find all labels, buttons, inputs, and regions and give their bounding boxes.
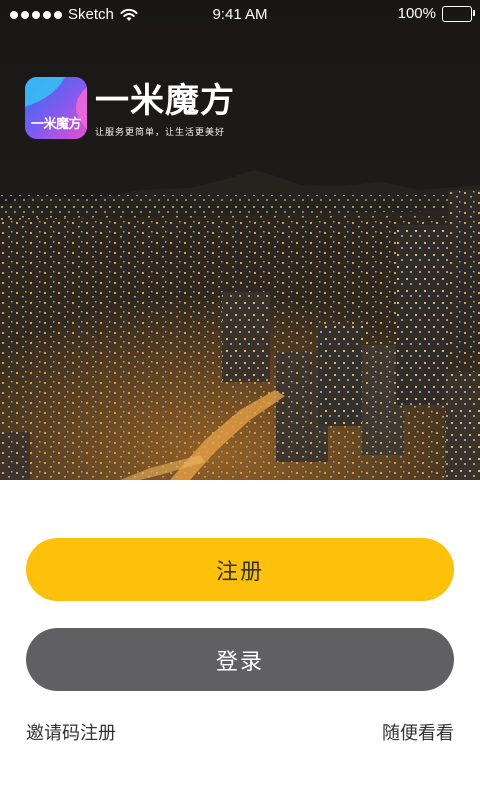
status-bar: Sketch 9:41 AM 100% [0, 0, 480, 30]
register-button[interactable]: 注册 [26, 538, 454, 601]
brand-text: 一米魔方 让服务更简单，让生活更美好 [95, 77, 235, 138]
login-button[interactable]: 登录 [26, 628, 454, 691]
city-night-photo [0, 0, 480, 480]
hero-city-photo [0, 0, 480, 480]
battery-icon [442, 5, 475, 22]
status-right: 100% [397, 5, 475, 22]
browse-as-guest-link[interactable]: 随便看看 [382, 719, 454, 745]
app-logo: 一米魔方 [25, 77, 87, 139]
brand-name: 一米魔方 [95, 81, 235, 121]
brand-slogan: 让服务更简单，让生活更美好 [95, 128, 226, 138]
app-logo-label: 一米魔方 [30, 117, 82, 132]
invite-code-register-link[interactable]: 邀请码注册 [26, 719, 116, 745]
welcome-screen: Sketch 9:41 AM 100% 一米魔方 一米魔方 让服务更简单，让生活… [0, 0, 480, 800]
brand-header: 一米魔方 一米魔方 让服务更简单，让生活更美好 [25, 77, 235, 139]
battery-percent: 100% [397, 5, 436, 22]
